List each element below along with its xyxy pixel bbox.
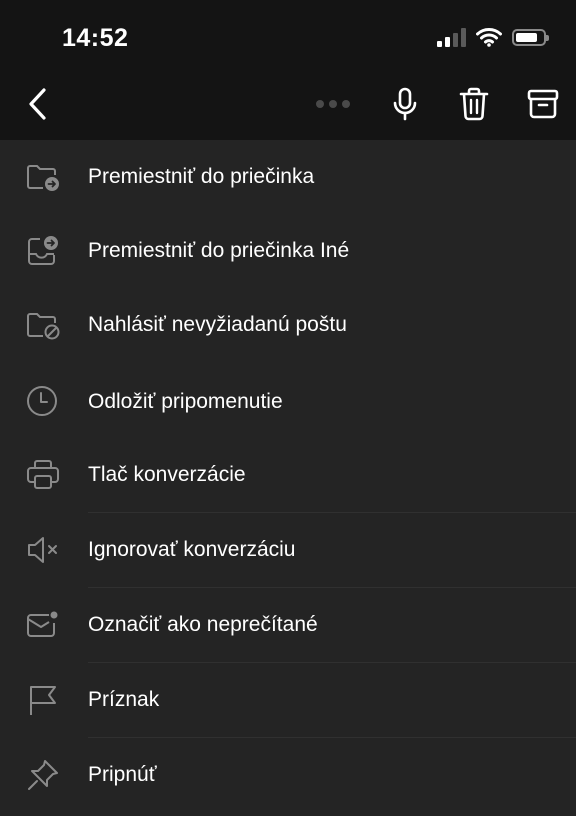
folder-move-icon xyxy=(25,159,61,195)
pin-icon xyxy=(25,757,61,793)
menu-item-label: Premiestniť do priečinka Iné xyxy=(88,239,350,262)
menu-item-label: Ignorovať konverzáciu xyxy=(88,538,296,561)
menu-item-print[interactable]: Tlač konverzácie xyxy=(0,439,576,513)
divider xyxy=(88,662,576,663)
menu-item-label: Nahlásiť nevyžiadanú poštu xyxy=(88,313,347,336)
menu-item-ignore[interactable]: Ignorovať konverzáciu xyxy=(0,514,576,588)
menu-item-label: Premiestniť do priečinka xyxy=(88,165,315,188)
cellular-signal-icon xyxy=(437,27,466,47)
speaker-mute-icon xyxy=(25,532,61,568)
delete-button[interactable] xyxy=(454,84,494,124)
menu-item-flag[interactable]: Príznak xyxy=(0,664,576,738)
menu-item-label: Označiť ako neprečítané xyxy=(88,613,318,636)
sheet-grabber[interactable] xyxy=(316,100,350,108)
menu-item-snooze[interactable]: Odložiť pripomenutie xyxy=(0,366,576,440)
archive-icon xyxy=(527,89,559,119)
trash-icon xyxy=(459,87,489,121)
divider xyxy=(88,512,576,513)
menu-item-pin[interactable]: Pripnúť xyxy=(0,739,576,813)
archive-button[interactable] xyxy=(523,84,563,124)
menu-item-move-to-folder[interactable]: Premiestniť do priečinka xyxy=(0,141,576,215)
battery-icon xyxy=(512,28,549,46)
flag-icon xyxy=(25,682,61,718)
divider xyxy=(88,737,576,738)
clock-icon xyxy=(25,384,61,420)
back-button[interactable] xyxy=(24,84,54,124)
status-time: 14:52 xyxy=(62,24,129,52)
divider xyxy=(88,587,576,588)
menu-item-mark-unread[interactable]: Označiť ako neprečítané xyxy=(0,589,576,663)
status-indicators xyxy=(437,27,549,47)
microphone-icon xyxy=(393,87,417,121)
menu-item-report-junk[interactable]: Nahlásiť nevyžiadanú poštu xyxy=(0,289,576,363)
menu-item-label: Odložiť pripomenutie xyxy=(88,390,283,413)
menu-item-label: Pripnúť xyxy=(88,763,157,786)
menu-item-label: Tlač konverzácie xyxy=(88,463,246,486)
dictate-button[interactable] xyxy=(385,84,425,124)
mail-unread-icon xyxy=(25,607,61,643)
folder-prohibited-icon xyxy=(25,307,61,343)
inbox-move-icon xyxy=(25,233,61,269)
chevron-left-icon xyxy=(29,88,46,120)
printer-icon xyxy=(25,457,61,493)
menu-item-label: Príznak xyxy=(88,688,160,711)
menu-item-move-to-other[interactable]: Premiestniť do priečinka Iné xyxy=(0,215,576,289)
wifi-icon xyxy=(476,28,502,47)
